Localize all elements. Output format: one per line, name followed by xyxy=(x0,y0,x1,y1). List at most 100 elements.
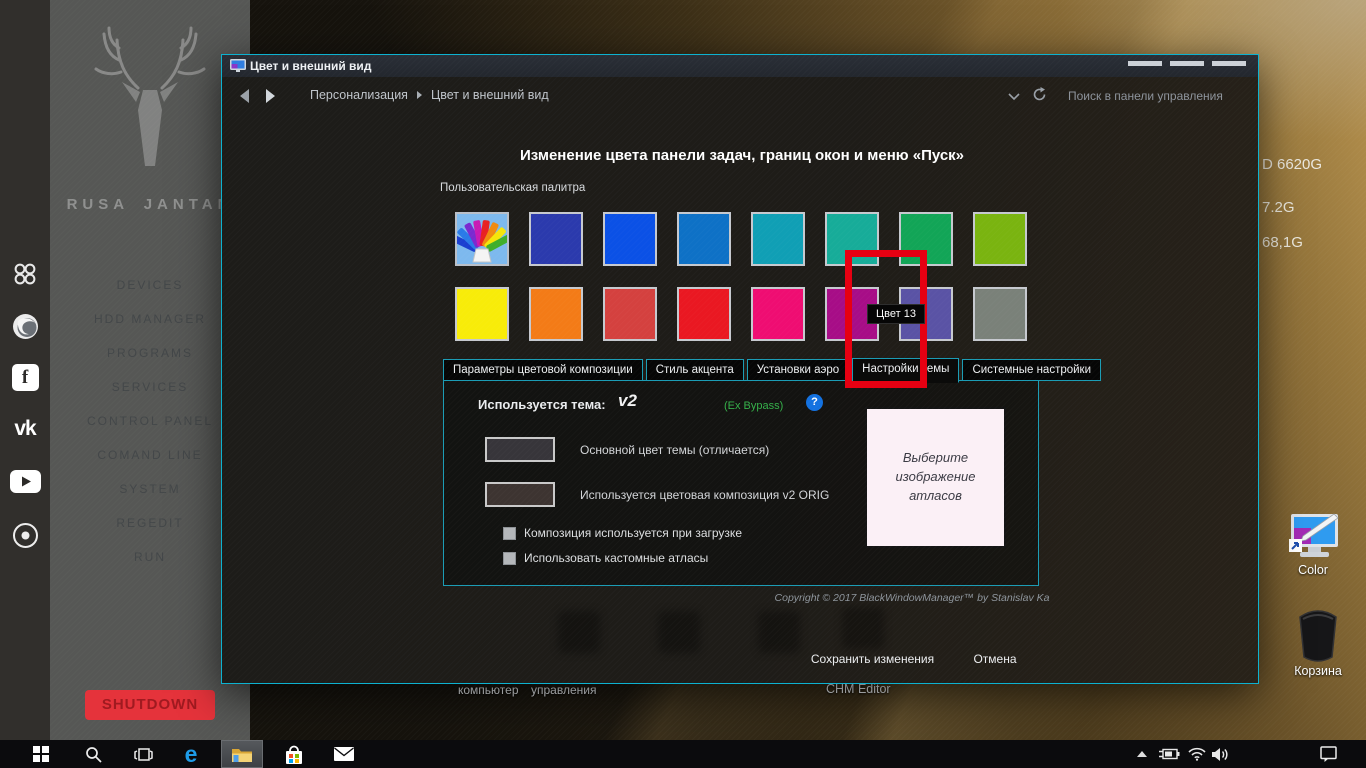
dock: f vk xyxy=(0,0,50,740)
forward-arrow-icon[interactable] xyxy=(266,89,275,103)
checkbox-composition-on-boot[interactable] xyxy=(503,527,516,540)
color-appearance-window: Цвет и внешний вид Персонализация Цвет и… xyxy=(222,55,1258,683)
close-button[interactable] xyxy=(1212,61,1246,66)
firefox-icon[interactable] xyxy=(0,313,50,340)
sidebar-item-programs[interactable]: PROGRAMS xyxy=(50,346,250,360)
sidebar-item-regedit[interactable]: REGEDIT xyxy=(50,516,250,530)
desktop-icon-color[interactable]: Color xyxy=(1284,512,1342,577)
battery-icon[interactable] xyxy=(1156,740,1182,768)
ghost-icon xyxy=(558,611,600,653)
window-title: Цвет и внешний вид xyxy=(250,59,372,73)
sidebar-item-comand-line[interactable]: COMAND LINE xyxy=(50,448,250,462)
breadcrumb: Персонализация Цвет и внешний вид xyxy=(310,88,549,102)
breadcrumb-color-appearance[interactable]: Цвет и внешний вид xyxy=(431,88,549,102)
youtube-icon[interactable] xyxy=(0,470,50,493)
refresh-icon[interactable] xyxy=(1032,87,1047,102)
palette-swatch[interactable] xyxy=(677,287,731,341)
recycle-bin-icon xyxy=(1299,610,1337,662)
sidebar-item-hdd-manager[interactable]: HDD MANAGER xyxy=(50,312,250,326)
sidebar-item-control-panel[interactable]: CONTROL PANEL xyxy=(50,414,250,428)
control-panel-search-input[interactable]: Поиск в панели управления xyxy=(1068,89,1223,103)
ghost-icon xyxy=(758,611,800,653)
apps-grid-icon[interactable] xyxy=(0,261,50,287)
atlas-image-picker[interactable]: Выберите изображение атласов xyxy=(865,407,1006,548)
atlas-placeholder: Выберите изображение атласов xyxy=(895,450,976,503)
mail-icon[interactable] xyxy=(331,740,357,768)
ghost-icon xyxy=(842,607,884,649)
theme-used-label: Используется тема: xyxy=(478,397,606,412)
color-app-icon xyxy=(1289,513,1339,557)
ghost-icon xyxy=(658,611,700,653)
wifi-icon[interactable] xyxy=(1185,740,1209,768)
save-changes-button[interactable]: Сохранить изменения xyxy=(810,652,935,666)
checkbox-custom-atlases[interactable] xyxy=(503,552,516,565)
deer-logo-icon xyxy=(94,26,206,166)
back-arrow-icon[interactable] xyxy=(240,89,249,103)
theme-main-color-label: Основной цвет темы (отличается) xyxy=(580,443,770,457)
window-titlebar[interactable]: Цвет и внешний вид xyxy=(222,55,1258,77)
chevron-up-icon[interactable] xyxy=(1132,740,1152,768)
copyright-text: Copyright © 2017 BlackWindowManager™ by … xyxy=(774,592,1050,604)
sysinfo-disk: 68,1G xyxy=(1262,234,1303,251)
theme-note: (Ex Bypass) xyxy=(724,400,784,412)
ghost-label-control[interactable]: управления xyxy=(531,683,596,697)
search-icon[interactable] xyxy=(80,740,106,768)
tab-system-settings[interactable]: Системные настройки xyxy=(962,359,1102,381)
facebook-icon[interactable]: f xyxy=(0,364,50,391)
sidebar-item-run[interactable]: RUN xyxy=(50,550,250,564)
windows-start-icon[interactable] xyxy=(28,740,54,768)
desktop-icon-label: Корзина xyxy=(1294,664,1342,678)
action-center-icon[interactable] xyxy=(1315,740,1341,768)
shutdown-button[interactable]: SHUTDOWN xyxy=(85,690,215,720)
window-title-icon xyxy=(230,59,246,72)
palette-swatch[interactable] xyxy=(529,212,583,266)
tab-composition-params[interactable]: Параметры цветовой композиции xyxy=(443,359,643,381)
palette-swatch[interactable] xyxy=(603,212,657,266)
desktop-icon-recycle-bin[interactable]: Корзина xyxy=(1294,608,1342,678)
palette-swatch[interactable] xyxy=(973,212,1027,266)
breadcrumb-separator-icon xyxy=(416,91,422,99)
breadcrumb-personalization[interactable]: Персонализация xyxy=(310,88,408,102)
palette-swatch[interactable] xyxy=(973,287,1027,341)
sidebar-item-system[interactable]: SYSTEM xyxy=(50,482,250,496)
sidebar-item-devices[interactable]: DEVICES xyxy=(50,278,250,292)
chevron-down-icon[interactable] xyxy=(1008,93,1020,101)
sidebar-panel: RUSA JANTAN DEVICES HDD MANAGER PROGRAMS… xyxy=(50,0,250,740)
theme-value: v2 xyxy=(618,391,637,410)
task-view-icon[interactable] xyxy=(130,740,156,768)
checkbox-custom-atlases-label: Использовать кастомные атласы xyxy=(524,551,709,565)
palette-swatch[interactable] xyxy=(751,287,805,341)
maximize-button[interactable] xyxy=(1170,61,1204,66)
edge-icon[interactable]: e xyxy=(178,740,204,768)
palette-swatch[interactable] xyxy=(603,287,657,341)
page-title: Изменение цвета панели задач, границ око… xyxy=(519,147,965,164)
sidebar-item-services[interactable]: SERVICES xyxy=(50,380,250,394)
color-fan-icon xyxy=(452,220,512,263)
ghost-label-chm-editor[interactable]: CHM Editor xyxy=(826,682,891,696)
volume-icon[interactable] xyxy=(1208,740,1232,768)
sysinfo-ram: 7.2G xyxy=(1262,199,1295,216)
tab-accent-style[interactable]: Стиль акцента xyxy=(645,359,744,381)
store-icon[interactable] xyxy=(281,740,307,768)
cancel-button[interactable]: Отмена xyxy=(960,652,1030,666)
palette-swatch[interactable] xyxy=(751,212,805,266)
taskbar: e net 0.0 B/s | ↑ 47°C xyxy=(0,740,1366,768)
tab-aero-settings[interactable]: Установки аэро xyxy=(746,359,850,381)
palette-label: Пользовательская палитра xyxy=(440,182,586,194)
file-explorer-icon[interactable] xyxy=(221,740,263,768)
ghost-label-computer[interactable]: компьютер xyxy=(458,683,519,697)
vk-icon[interactable]: vk xyxy=(0,417,50,441)
palette-swatch-custom[interactable] xyxy=(452,212,512,266)
checkbox-composition-on-boot-label: Композиция используется при загрузке xyxy=(524,526,742,540)
theme-composition-color-box[interactable] xyxy=(485,482,555,507)
palette-swatch[interactable] xyxy=(529,287,583,341)
record-icon[interactable] xyxy=(0,522,50,549)
palette-swatch[interactable] xyxy=(677,212,731,266)
minimize-button[interactable] xyxy=(1128,61,1162,66)
help-icon[interactable]: ? xyxy=(806,394,823,411)
sysinfo-cpu: D 6620G xyxy=(1262,156,1323,173)
desktop: D 6620G 7.2G 68,1G Color Корзина компьют… xyxy=(0,0,1366,768)
desktop-icon-label: Color xyxy=(1298,563,1328,577)
theme-main-color-box[interactable] xyxy=(485,437,555,462)
palette-swatch[interactable] xyxy=(455,287,509,341)
